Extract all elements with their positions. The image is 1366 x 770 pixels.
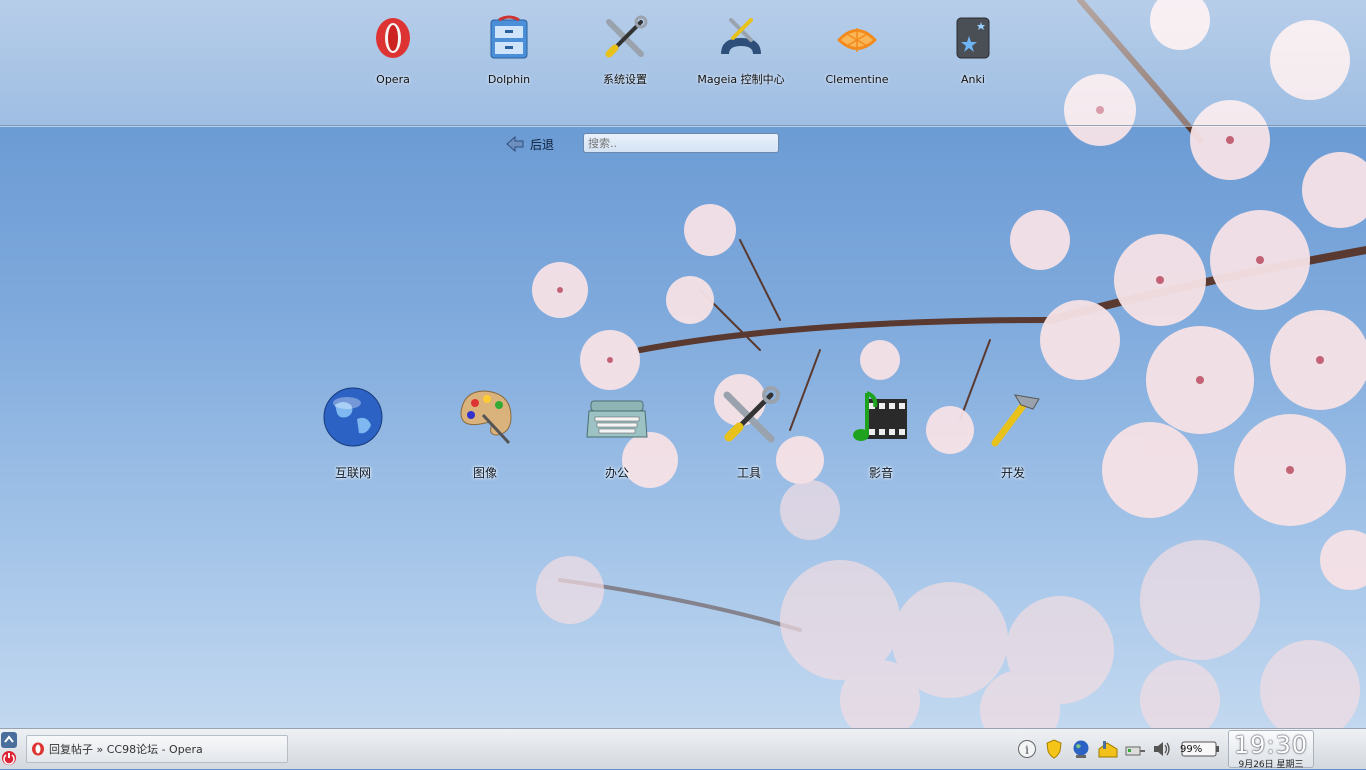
svg-text:i: i (1025, 744, 1029, 757)
favorite-dolphin[interactable]: Dolphin (459, 14, 559, 87)
volume-icon[interactable] (1151, 738, 1173, 760)
taskbar-window-opera[interactable]: 回复帖子 » CC98论坛 - Opera (26, 735, 288, 763)
clock-date: 9月26日 星期三 (1238, 760, 1304, 770)
clock-time: 19:30 (1233, 731, 1309, 759)
launcher-menu-icon[interactable] (0, 731, 18, 767)
favorite-mageia-control-center[interactable]: Mageia 控制中心 (691, 14, 791, 87)
favorite-label: 系统设置 (603, 73, 647, 86)
opera-icon (376, 18, 410, 58)
multimedia-icon (853, 391, 907, 441)
favorites-bar: Opera Dolphin 系统设置 Mageia 控制中心 Clementin… (0, 0, 1366, 126)
category-label: 办公 (604, 466, 629, 480)
category-internet[interactable]: 互联网 (308, 385, 398, 481)
security-shield-icon[interactable] (1043, 738, 1065, 760)
battery-percentage: 99% (1180, 744, 1203, 755)
category-tools[interactable]: 工具 (704, 385, 794, 481)
category-graphics[interactable]: 图像 (440, 385, 530, 481)
globe-icon (323, 387, 383, 447)
favorite-label: Dolphin (487, 73, 531, 86)
category-label: 互联网 (334, 466, 371, 480)
back-label: 后退 (530, 137, 555, 152)
favorite-label: Mageia 控制中心 (697, 73, 785, 86)
network-globe-icon[interactable] (1070, 738, 1092, 760)
favorite-label: Anki (961, 73, 985, 86)
anki-icon (956, 17, 990, 59)
category-label: 影音 (868, 466, 893, 480)
tools-icon (723, 386, 780, 443)
taskbar-window-title: 回复帖子 » CC98论坛 - Opera (49, 743, 203, 756)
favorite-label: Clementine (825, 73, 889, 86)
clementine-icon (837, 28, 877, 52)
back-arrow-icon (506, 135, 524, 153)
dolphin-icon (490, 15, 528, 59)
clipboard-icon[interactable] (1097, 738, 1119, 760)
typewriter-icon (586, 400, 648, 438)
wired-network-icon[interactable] (1124, 738, 1146, 760)
search-input[interactable] (583, 133, 779, 153)
category-office[interactable]: 办公 (572, 385, 662, 481)
favorite-anki[interactable]: Anki (923, 14, 1023, 87)
clock[interactable]: 19:30 9月26日 星期三 (1228, 730, 1314, 770)
info-icon[interactable]: i (1016, 738, 1038, 760)
category-label: 开发 (1000, 466, 1025, 480)
hammer-icon (991, 394, 1040, 447)
mageia-control-center-icon (721, 18, 761, 54)
favorite-system-settings[interactable]: 系统设置 (575, 14, 675, 87)
favorite-opera[interactable]: Opera (343, 14, 443, 87)
category-label: 图像 (472, 466, 497, 480)
favorite-label: Opera (376, 73, 410, 86)
back-button[interactable]: 后退 (505, 134, 554, 154)
category-label: 工具 (736, 466, 761, 480)
category-multimedia[interactable]: 影音 (836, 385, 926, 481)
system-tray: i (1016, 737, 1241, 761)
taskbar: 回复帖子 » CC98论坛 - Opera i 99% 19:30 9月26日 … (0, 728, 1366, 770)
system-settings-icon (605, 15, 648, 58)
favorite-clementine[interactable]: Clementine (807, 14, 907, 87)
opera-icon (32, 742, 44, 756)
palette-icon (460, 390, 512, 445)
category-development[interactable]: 开发 (968, 385, 1058, 481)
